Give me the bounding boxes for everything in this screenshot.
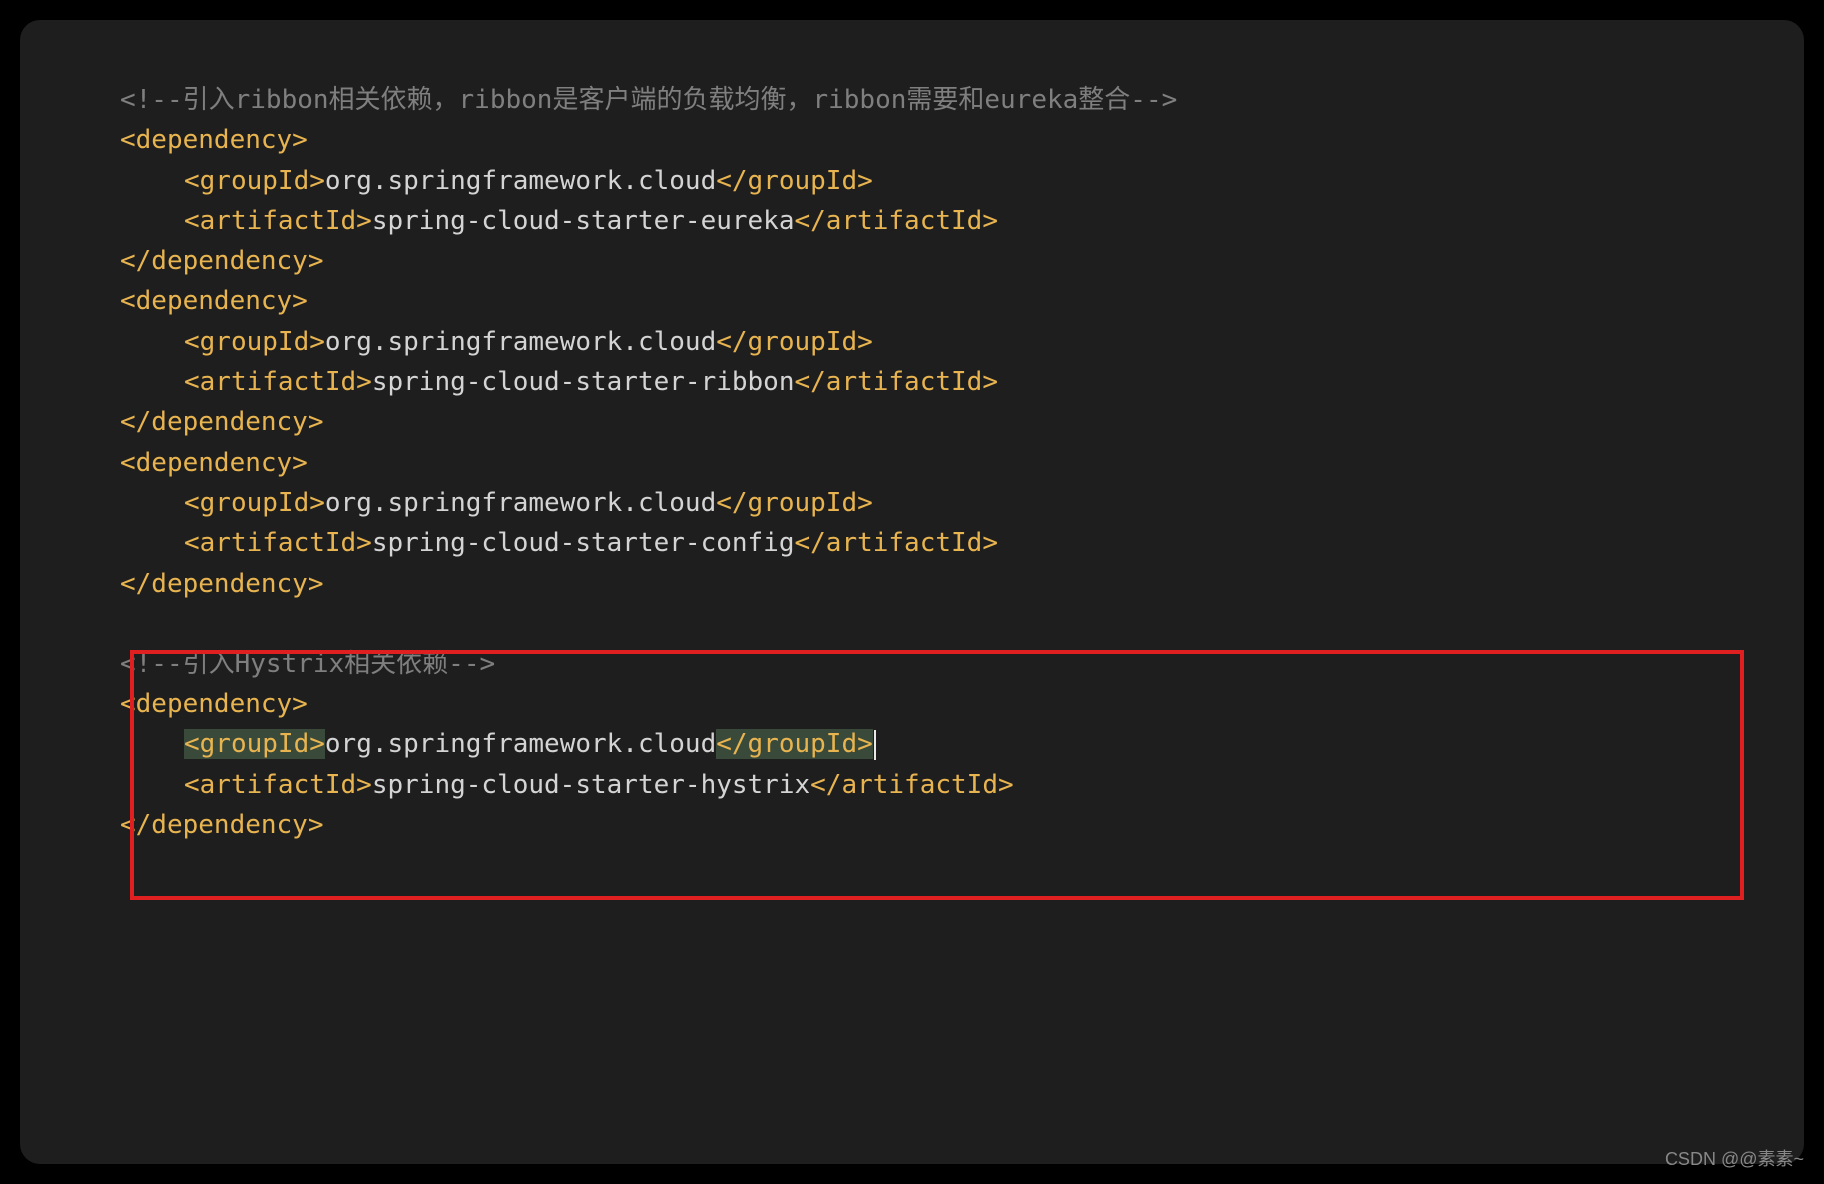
xml-tag-line: <groupId>org.springframework.cloud</grou… — [120, 161, 1704, 201]
xml-tag-close: </dependency> — [120, 564, 1704, 604]
xml-tag-open: <dependency> — [120, 443, 1704, 483]
xml-tag-open: <dependency> — [120, 120, 1704, 160]
xml-tag-open: <dependency> — [120, 684, 1704, 724]
text-cursor — [874, 730, 876, 760]
xml-tag-open: <dependency> — [120, 281, 1704, 321]
watermark: CSDN @@素素~ — [1665, 1146, 1804, 1174]
comment-line: <!--引入ribbon相关依赖，ribbon是客户端的负载均衡，ribbon需… — [120, 80, 1704, 120]
xml-tag-line: <groupId>org.springframework.cloud</grou… — [120, 322, 1704, 362]
xml-tag-line: <artifactId>spring-cloud-starter-config<… — [120, 523, 1704, 563]
xml-tag-line: <artifactId>spring-cloud-starter-eureka<… — [120, 201, 1704, 241]
xml-tag-close: </dependency> — [120, 402, 1704, 442]
xml-tag-line-highlighted[interactable]: <groupId>org.springframework.cloud</grou… — [120, 724, 1704, 764]
xml-tag-line: <artifactId>spring-cloud-starter-hystrix… — [120, 765, 1704, 805]
editor-window: <!--引入ribbon相关依赖，ribbon是客户端的负载均衡，ribbon需… — [20, 20, 1804, 1164]
xml-tag-line: <artifactId>spring-cloud-starter-ribbon<… — [120, 362, 1704, 402]
xml-tag-close: </dependency> — [120, 805, 1704, 845]
xml-tag-line: <groupId>org.springframework.cloud</grou… — [120, 483, 1704, 523]
xml-tag-close: </dependency> — [120, 241, 1704, 281]
blank-line — [120, 604, 1704, 644]
comment-line: <!--引入Hystrix相关依赖--> — [120, 644, 1704, 684]
